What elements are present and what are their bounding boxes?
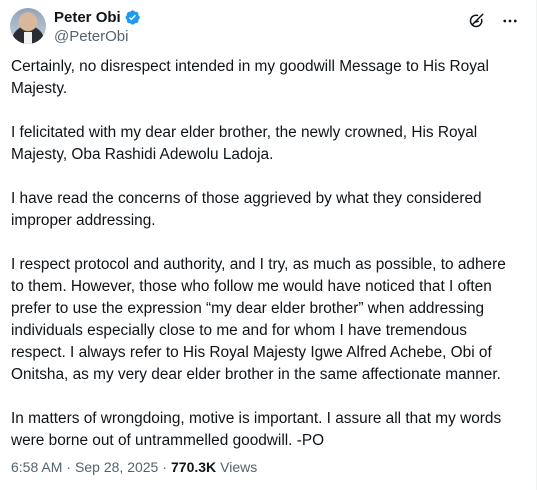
verified-badge-icon[interactable] (124, 9, 141, 26)
grok-button[interactable] (465, 10, 487, 32)
more-button[interactable] (499, 10, 521, 32)
meta-separator: · (162, 459, 168, 475)
author-names: Peter Obi @PeterObi (54, 8, 141, 45)
tweet-paragraph: I have read the concerns of those aggrie… (11, 190, 482, 229)
tweet-paragraph: I felicitated with my dear elder brother… (11, 124, 478, 163)
views-count[interactable]: 770.3K (171, 459, 216, 475)
tweet-time[interactable]: 6:58 AM (11, 459, 62, 475)
handle[interactable]: @PeterObi (54, 28, 141, 45)
tweet-paragraph: Certainly, no disrespect intended in my … (11, 58, 489, 97)
header-actions (465, 10, 521, 32)
avatar[interactable] (10, 8, 46, 44)
meta-separator: · (66, 459, 72, 475)
display-name[interactable]: Peter Obi (54, 9, 121, 26)
more-icon (503, 19, 517, 23)
grok-icon (469, 13, 484, 28)
tweet-paragraph: In matters of wrongdoing, motive is impo… (11, 410, 502, 449)
avatar-shirt (24, 32, 32, 44)
tweet-date[interactable]: Sep 28, 2025 (75, 459, 158, 475)
tweet-meta: 6:58 AM · Sep 28, 2025 · 770.3K Views (11, 459, 257, 475)
display-name-row: Peter Obi (54, 8, 141, 27)
tweet-header: Peter Obi @PeterObi (10, 6, 527, 46)
tweet-text: Certainly, no disrespect intended in my … (11, 56, 521, 474)
views-label: Views (220, 459, 258, 475)
tweet: Peter Obi @PeterObi Certainly, no disres… (0, 0, 537, 490)
tweet-paragraph: I respect protocol and authority, and I … (11, 256, 506, 383)
